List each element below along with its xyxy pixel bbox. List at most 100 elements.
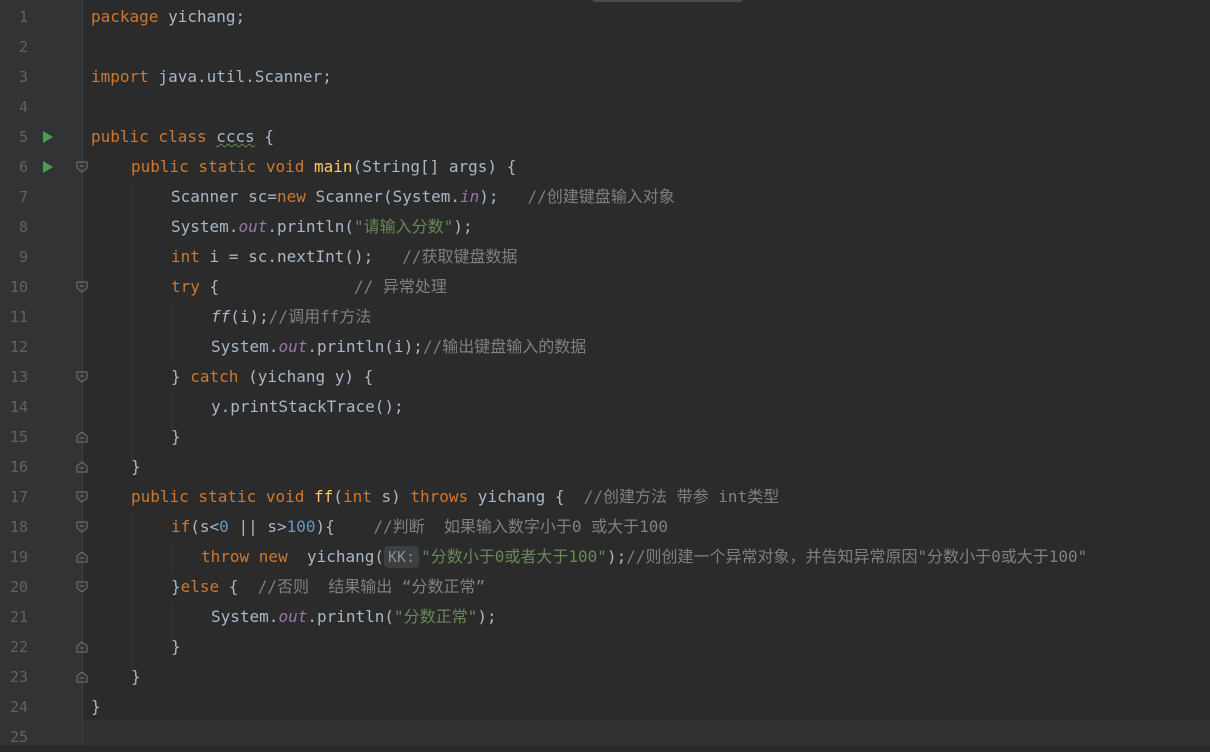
comment: //输出键盘输入的数据 — [422, 337, 587, 356]
number-literal: 100 — [286, 517, 316, 536]
run-main-icon[interactable] — [43, 161, 53, 173]
class-name: cccs — [216, 127, 255, 146]
code-text: } — [91, 697, 101, 716]
code-line[interactable]: } — [131, 452, 141, 482]
keyword: catch — [190, 367, 239, 386]
code-line[interactable]: try { // 异常处理 — [171, 272, 447, 302]
parameter-hint: KK: — [384, 546, 420, 568]
fold-open-icon[interactable] — [76, 161, 88, 173]
fold-open-icon[interactable] — [76, 491, 88, 503]
code-line[interactable]: package yichang; — [91, 2, 245, 32]
keyword: public class — [91, 127, 217, 146]
run-class-icon[interactable] — [43, 131, 53, 143]
fold-close-icon[interactable] — [76, 461, 88, 473]
fold-open-icon[interactable] — [76, 521, 88, 533]
method-name: ff — [314, 487, 334, 506]
code-line[interactable]: System.out.println("请输入分数"); — [171, 212, 473, 242]
code-text: (yichang y) { — [238, 367, 374, 386]
code-line[interactable]: ff(i);//调用ff方法 — [211, 302, 371, 332]
code-text: } — [171, 427, 181, 446]
keyword: new — [276, 187, 306, 206]
line-number: 10 — [9, 278, 28, 296]
line-number: 12 — [9, 338, 28, 356]
code-line[interactable]: }else { //否则 结果输出 “分数正常” — [171, 572, 485, 602]
keyword: int — [171, 247, 200, 266]
code-area[interactable]: package yichang; import java.util.Scanne… — [91, 0, 1210, 745]
line-number: 24 — [9, 698, 28, 716]
code-line[interactable]: public static void main(String[] args) { — [131, 152, 516, 182]
code-line[interactable]: y.printStackTrace(); — [211, 392, 404, 422]
comment: //则创建一个异常对象，并告知异常原因"分数小于0或大于100" — [626, 547, 1088, 566]
fold-close-icon[interactable] — [76, 431, 88, 443]
comment: //创建键盘输入对象 — [527, 187, 675, 206]
code-line[interactable]: int i = sc.nextInt(); //获取键盘数据 — [171, 242, 517, 272]
code-line[interactable]: } — [171, 422, 181, 452]
code-text: System. — [211, 607, 279, 626]
code-text: { — [199, 277, 355, 296]
code-text: (String[] args) { — [352, 157, 517, 176]
fold-close-icon[interactable] — [76, 551, 88, 563]
comment: // 异常处理 — [354, 277, 447, 296]
code-text: } — [131, 457, 141, 476]
keyword: package — [91, 7, 159, 26]
comment: //创建方法 带参 int类型 — [583, 487, 780, 506]
fold-open-icon[interactable] — [76, 581, 88, 593]
string-literal: "分数小于0或者大于100" — [421, 547, 607, 566]
comment: //否则 结果输出 “分数正常” — [257, 577, 486, 596]
code-line[interactable]: } catch (yichang y) { — [171, 362, 373, 392]
code-line[interactable]: Scanner sc=new Scanner(System.in); //创建键… — [171, 182, 675, 212]
code-text: Scanner sc= — [171, 187, 277, 206]
code-text: yichang( — [287, 547, 385, 566]
code-line[interactable]: public class cccs { — [91, 122, 274, 152]
code-text: } — [171, 577, 181, 596]
code-line[interactable]: import java.util.Scanner; — [91, 62, 332, 92]
code-text: ( — [333, 487, 343, 506]
line-number: 20 — [9, 578, 28, 596]
code-text: yichang { — [468, 487, 584, 506]
fold-open-icon[interactable] — [76, 281, 88, 293]
line-number: 15 — [9, 428, 28, 446]
line-number: 25 — [9, 728, 28, 746]
code-editor[interactable]: 1 2 3 4 5 6 7 8 9 10 11 12 13 14 15 16 1… — [0, 0, 1210, 746]
code-text: ); — [479, 187, 528, 206]
code-text: java.util.Scanner; — [148, 67, 332, 86]
string-literal: "分数正常" — [394, 607, 478, 626]
line-number: 22 — [9, 638, 28, 656]
comment: //调用ff方法 — [268, 307, 372, 326]
fold-close-icon[interactable] — [76, 641, 88, 653]
keyword: import — [91, 67, 149, 86]
keyword: try — [171, 277, 200, 296]
code-line[interactable]: } — [131, 662, 141, 692]
line-number: 23 — [9, 668, 28, 686]
code-text: } — [131, 667, 141, 686]
code-text: ); — [606, 547, 627, 566]
line-number: 16 — [9, 458, 28, 476]
static-field: in — [460, 187, 480, 206]
code-text: ); — [477, 607, 497, 626]
fold-open-icon[interactable] — [76, 371, 88, 383]
code-line[interactable]: System.out.println("分数正常"); — [211, 602, 497, 632]
code-text: || s> — [228, 517, 287, 536]
code-text: yichang; — [158, 7, 246, 26]
code-text: { — [219, 577, 258, 596]
code-line[interactable]: public static void ff(int s) throws yich… — [131, 482, 779, 512]
code-text: System. — [211, 337, 279, 356]
line-number: 13 — [9, 368, 28, 386]
code-text: System. — [171, 217, 239, 236]
keyword: public static void — [131, 157, 315, 176]
code-line[interactable]: System.out.println(i);//输出键盘输入的数据 — [211, 332, 586, 362]
line-number: 7 — [18, 188, 28, 206]
static-field: out — [278, 337, 308, 356]
fold-close-icon[interactable] — [76, 671, 88, 683]
comment: //获取键盘数据 — [402, 247, 518, 266]
code-text: .println( — [307, 607, 395, 626]
code-text: ); — [453, 217, 473, 236]
string-literal: "请输入分数" — [354, 217, 454, 236]
code-line[interactable]: throw new yichang(KK: "分数小于0或者大于100");//则… — [201, 542, 1087, 572]
code-line[interactable]: if(s<0 || s>100){ //判断 如果输入数字小于0 或大于100 — [171, 512, 668, 542]
code-line[interactable]: } — [91, 692, 101, 722]
line-number: 2 — [18, 38, 28, 56]
line-number: 14 — [9, 398, 28, 416]
code-line[interactable]: } — [171, 632, 181, 662]
line-number: 18 — [9, 518, 28, 536]
